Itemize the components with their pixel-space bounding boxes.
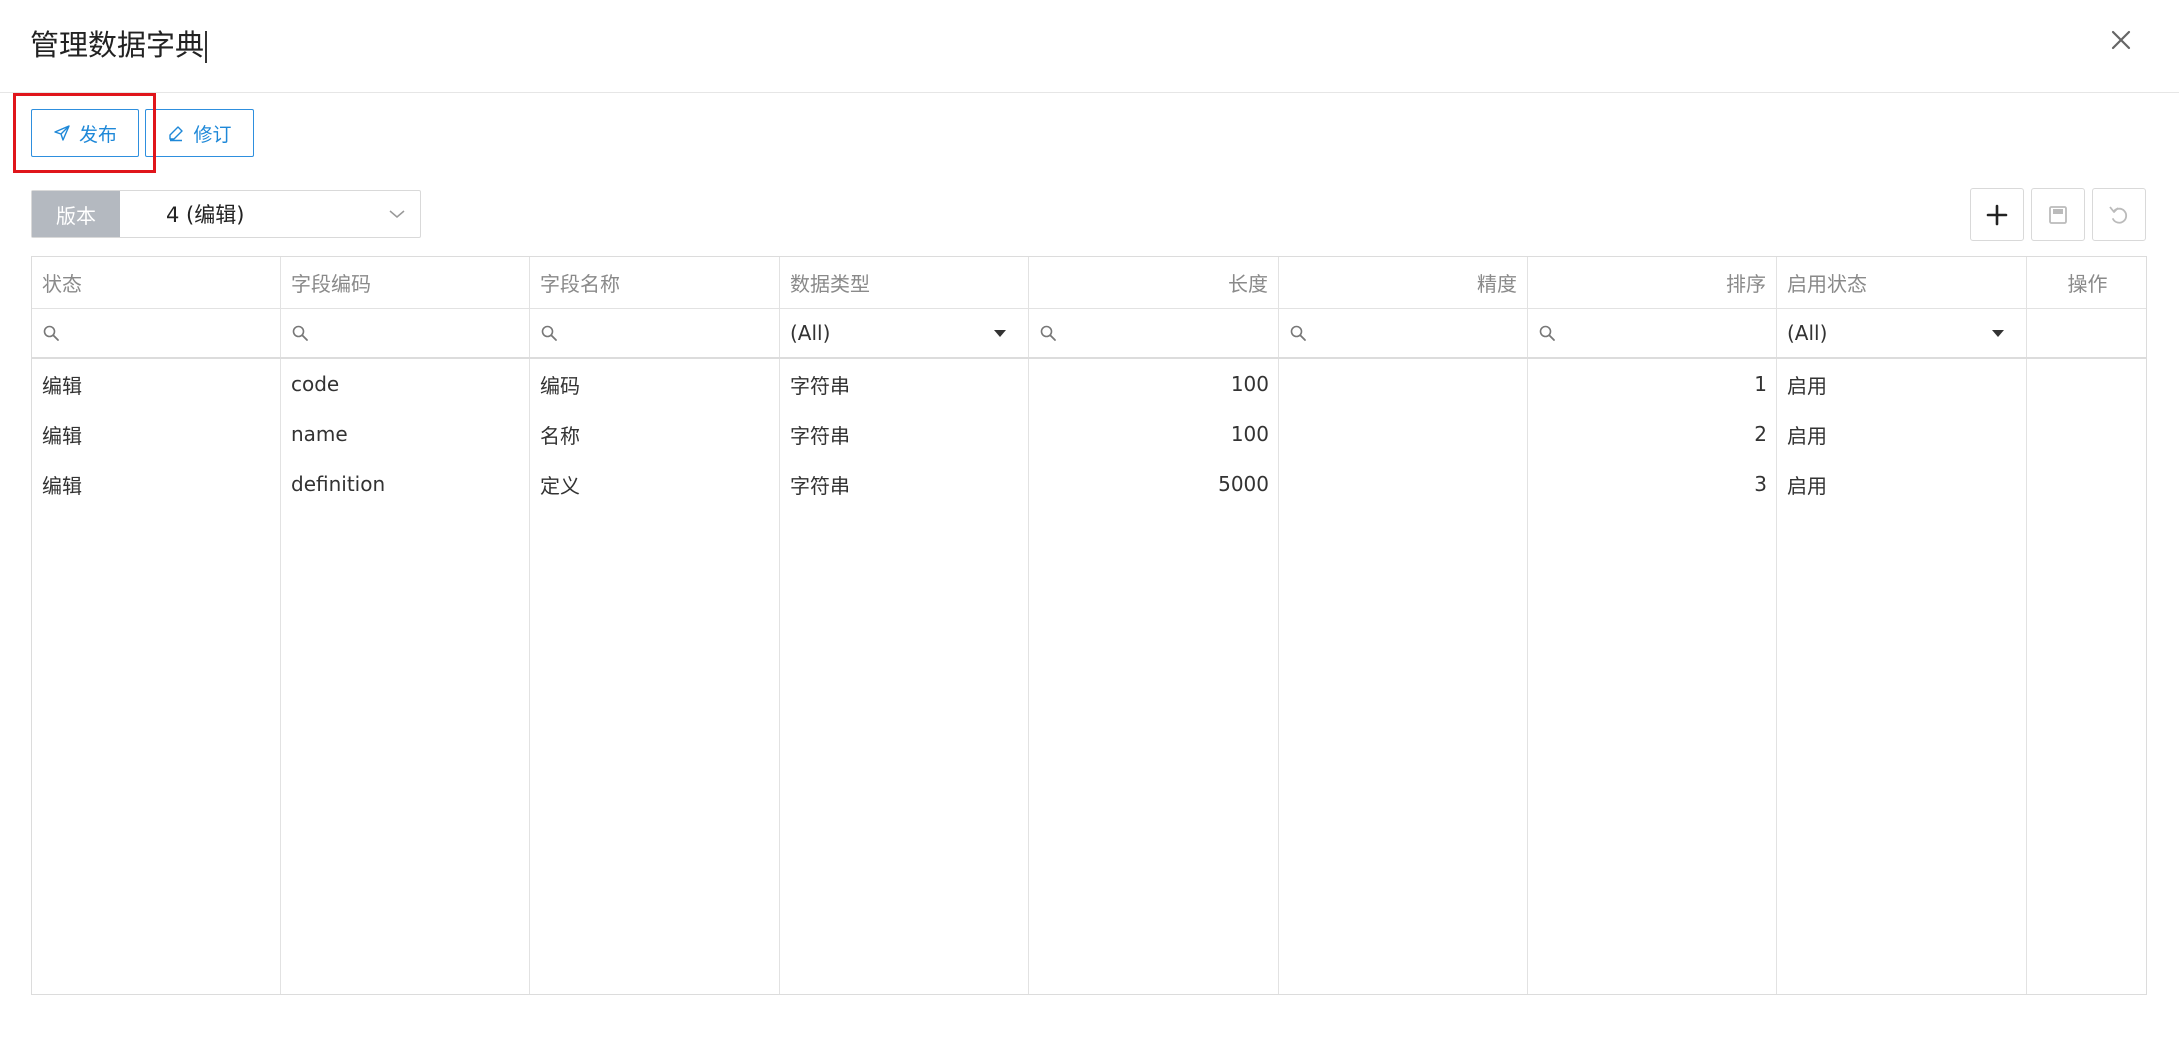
close-button[interactable] <box>2103 22 2139 58</box>
column-header-length[interactable]: 长度 <box>1029 257 1279 308</box>
manage-data-dictionary-dialog: 管理数据字典 发布 修订 版本 4 (编辑) 状态 字段编码 字段名称 数据类型… <box>0 0 2179 1039</box>
cell-data-type[interactable]: 字符串 <box>780 459 1029 509</box>
save-icon <box>2049 205 2067 224</box>
column-header-enable-status[interactable]: 启用状态 <box>1777 257 2027 308</box>
dialog-title: 管理数据字典 <box>30 25 208 65</box>
cell-field-code[interactable]: code <box>281 359 530 409</box>
cell-field-code[interactable]: definition <box>281 459 530 509</box>
pencil-icon <box>169 126 184 142</box>
publish-label: 发布 <box>78 123 117 146</box>
filter-actions <box>2027 309 2146 357</box>
filter-precision[interactable] <box>1279 309 1528 357</box>
cell-status[interactable]: 编辑 <box>32 409 281 459</box>
column-header-data-type[interactable]: 数据类型 <box>780 257 1029 308</box>
filter-order[interactable] <box>1528 309 1777 357</box>
table-row[interactable]: 编辑 code 编码 字符串 100 1 启用 <box>32 359 2146 409</box>
cell-enable-status[interactable]: 启用 <box>1777 409 2027 459</box>
search-icon <box>1290 325 1306 341</box>
save-button[interactable] <box>2031 188 2085 241</box>
cell-status[interactable]: 编辑 <box>32 459 281 509</box>
cell-data-type[interactable]: 字符串 <box>780 409 1029 459</box>
column-header-order[interactable]: 排序 <box>1528 257 1777 308</box>
filter-status[interactable] <box>32 309 281 357</box>
grid-body: 编辑 code 编码 字符串 100 1 启用 编辑 name 名称 字符串 1… <box>32 359 2146 994</box>
dialog-header: 管理数据字典 <box>0 0 2179 93</box>
search-icon <box>43 325 59 341</box>
undo-button[interactable] <box>2092 188 2146 241</box>
enable-status-filter-dropdown[interactable]: (All) <box>1787 321 2016 345</box>
table-row[interactable]: 编辑 name 名称 字符串 100 2 启用 <box>32 409 2146 459</box>
search-icon <box>541 325 557 341</box>
cell-precision[interactable] <box>1279 359 1528 409</box>
add-button[interactable] <box>1970 188 2024 241</box>
cell-length[interactable]: 100 <box>1029 359 1279 409</box>
revise-button[interactable]: 修订 <box>145 109 254 157</box>
undo-icon <box>2109 205 2128 224</box>
revise-label: 修订 <box>193 123 232 146</box>
enable-status-filter-value: (All) <box>1787 321 1828 345</box>
table-row[interactable]: 编辑 definition 定义 字符串 5000 3 启用 <box>32 459 2146 509</box>
search-icon <box>292 325 308 341</box>
publish-button[interactable]: 发布 <box>31 109 139 157</box>
filter-field-code[interactable] <box>281 309 530 357</box>
search-icon <box>1539 325 1555 341</box>
filter-data-type[interactable]: (All) <box>780 309 1029 357</box>
cell-data-type[interactable]: 字符串 <box>780 359 1029 409</box>
search-icon <box>1040 325 1056 341</box>
send-icon <box>54 125 70 141</box>
column-header-status[interactable]: 状态 <box>32 257 281 308</box>
chevron-down-icon <box>389 210 405 218</box>
cell-status[interactable]: 编辑 <box>32 359 281 409</box>
cell-precision[interactable] <box>1279 459 1528 509</box>
dropdown-arrow-icon <box>1992 329 2004 337</box>
cell-field-code[interactable]: name <box>281 409 530 459</box>
grid-header-row: 状态 字段编码 字段名称 数据类型 长度 精度 排序 启用状态 操作 <box>32 257 2146 309</box>
cell-field-name[interactable]: 定义 <box>530 459 780 509</box>
dialog-title-text: 管理数据字典 <box>30 28 205 62</box>
column-header-field-name[interactable]: 字段名称 <box>530 257 780 308</box>
close-icon <box>2111 30 2131 50</box>
version-selector: 版本 4 (编辑) <box>31 190 421 238</box>
cell-length[interactable]: 100 <box>1029 409 1279 459</box>
cell-actions <box>2027 459 2146 509</box>
cell-field-name[interactable]: 名称 <box>530 409 780 459</box>
cell-order[interactable]: 2 <box>1528 409 1777 459</box>
cell-enable-status[interactable]: 启用 <box>1777 459 2027 509</box>
filter-length[interactable] <box>1029 309 1279 357</box>
column-header-actions: 操作 <box>2067 272 2108 296</box>
grid-filter-row: (All) (All) <box>32 309 2146 359</box>
filter-enable-status[interactable]: (All) <box>1777 309 2027 357</box>
column-header-precision[interactable]: 精度 <box>1279 257 1528 308</box>
cell-order[interactable]: 3 <box>1528 459 1777 509</box>
version-selected-value: 4 (编辑) <box>166 203 245 227</box>
dropdown-arrow-icon <box>994 329 1006 337</box>
plus-icon <box>1986 204 2008 225</box>
cell-field-name[interactable]: 编码 <box>530 359 780 409</box>
column-header-field-code[interactable]: 字段编码 <box>281 257 530 308</box>
cell-actions <box>2027 359 2146 409</box>
cell-actions <box>2027 409 2146 459</box>
grid-toolbar <box>1970 188 2146 241</box>
fields-grid: 状态 字段编码 字段名称 数据类型 长度 精度 排序 启用状态 操作 (All)… <box>31 256 2147 995</box>
version-label: 版本 <box>32 191 120 237</box>
grid-rows: 编辑 code 编码 字符串 100 1 启用 编辑 name 名称 字符串 1… <box>32 359 2146 509</box>
data-type-filter-value: (All) <box>790 321 831 345</box>
filter-field-name[interactable] <box>530 309 780 357</box>
cell-length[interactable]: 5000 <box>1029 459 1279 509</box>
cell-precision[interactable] <box>1279 409 1528 459</box>
version-dropdown[interactable]: 4 (编辑) <box>120 191 420 237</box>
cell-enable-status[interactable]: 启用 <box>1777 359 2027 409</box>
cell-order[interactable]: 1 <box>1528 359 1777 409</box>
data-type-filter-dropdown[interactable]: (All) <box>790 321 1018 345</box>
text-caret <box>205 31 208 63</box>
